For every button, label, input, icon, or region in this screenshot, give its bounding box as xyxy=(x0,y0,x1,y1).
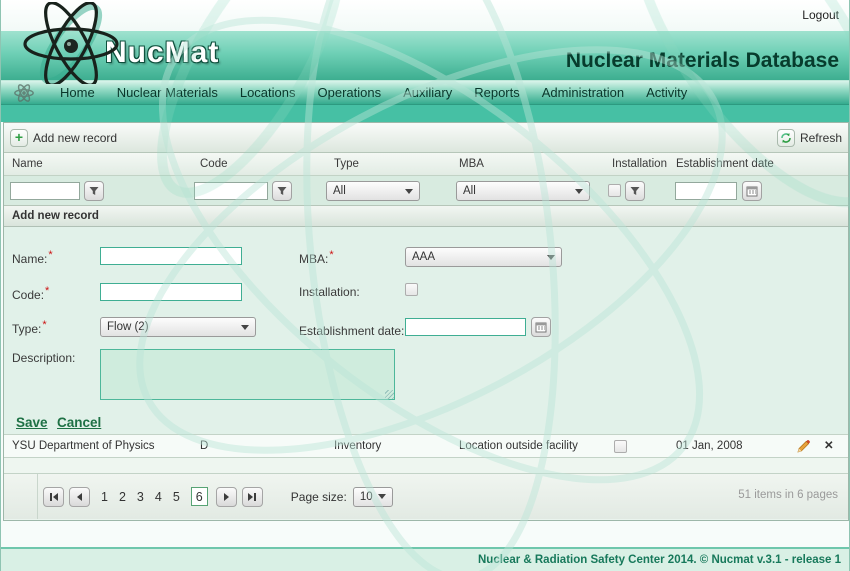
add-record-form: Name:* MBA:* AAA Code:* Installation: Ty… xyxy=(4,227,848,434)
first-page-button[interactable] xyxy=(43,487,64,507)
chevron-down-icon xyxy=(575,189,583,194)
type-select[interactable]: Flow (2) xyxy=(100,317,256,337)
filter-name-funnel-button[interactable] xyxy=(84,181,104,201)
code-field-label: Code:* xyxy=(12,285,49,302)
description-field-label: Description: xyxy=(12,351,75,365)
name-field-label: Name:* xyxy=(12,249,53,266)
nav-item-reports[interactable]: Reports xyxy=(463,85,531,100)
filter-name-input[interactable] xyxy=(10,182,80,200)
row-cell-code: D xyxy=(200,440,208,452)
last-page-button[interactable] xyxy=(242,487,263,507)
grid-empty-strip xyxy=(4,458,848,474)
add-record-section-header: Add new record xyxy=(4,206,848,227)
row-cell-type: Inventory xyxy=(334,440,381,452)
chevron-down-icon xyxy=(378,494,386,499)
atom-icon xyxy=(13,82,35,104)
nav-item-home[interactable]: Home xyxy=(49,85,106,100)
page-number-4[interactable]: 4 xyxy=(155,490,162,504)
nav-accent-strip xyxy=(1,104,849,122)
column-header-mba[interactable]: MBA xyxy=(459,158,484,170)
page-number-5[interactable]: 5 xyxy=(173,490,180,504)
page-title: Nuclear Materials Database xyxy=(566,49,839,73)
column-header-type[interactable]: Type xyxy=(334,158,359,170)
installation-checkbox[interactable] xyxy=(405,283,418,296)
page-size-select[interactable]: 10 xyxy=(353,487,393,507)
add-new-record-button[interactable]: + Add new record xyxy=(10,129,117,147)
refresh-icon xyxy=(777,129,795,147)
filter-installation-checkbox[interactable] xyxy=(608,184,621,197)
footer-text: Nuclear & Radiation Safety Center 2014. … xyxy=(478,554,841,566)
row-cell-mba: Location outside facility xyxy=(459,440,578,452)
mba-select[interactable]: AAA xyxy=(405,247,562,267)
row-cell-establishment-date: 01 Jan, 2008 xyxy=(676,440,743,452)
page-size-value: 10 xyxy=(360,491,373,503)
page-number-1[interactable]: 1 xyxy=(101,490,108,504)
mba-field-label: MBA:* xyxy=(299,249,334,266)
filter-type-select[interactable]: All xyxy=(326,181,420,201)
nav-item-operations[interactable]: Operations xyxy=(307,85,393,100)
pager-spacer xyxy=(4,474,38,519)
column-header-name[interactable]: Name xyxy=(12,158,43,170)
type-select-value: Flow (2) xyxy=(107,321,149,333)
page-size-label: Page size: xyxy=(291,490,347,504)
filter-installation-funnel-button[interactable] xyxy=(625,181,645,201)
refresh-label: Refresh xyxy=(800,131,842,145)
establishment-date-calendar-button[interactable] xyxy=(531,317,551,337)
table-row[interactable]: YSU Department of Physics D Inventory Lo… xyxy=(4,434,848,458)
filter-code-input[interactable] xyxy=(194,182,268,200)
row-installation-checkbox xyxy=(614,440,627,453)
footer-bar: Nuclear & Radiation Safety Center 2014. … xyxy=(1,547,849,571)
filter-establishment-date-input[interactable] xyxy=(675,182,737,200)
app-window: Logout NucMat Nuclear Materials Database… xyxy=(0,0,850,571)
current-page-indicator[interactable]: 6 xyxy=(191,487,208,506)
mba-select-value: AAA xyxy=(412,251,435,263)
chevron-down-icon xyxy=(241,325,249,330)
filter-mba-value: All xyxy=(463,185,476,197)
nav-item-nuclear-materials[interactable]: Nuclear Materials xyxy=(106,85,229,100)
code-field[interactable] xyxy=(100,283,242,301)
row-cell-name: YSU Department of Physics xyxy=(12,440,155,452)
type-field-label: Type:* xyxy=(12,319,47,336)
page-number-2[interactable]: 2 xyxy=(119,490,126,504)
cancel-button[interactable]: Cancel xyxy=(57,415,101,430)
establishment-date-field[interactable] xyxy=(405,318,526,336)
page-number-3[interactable]: 3 xyxy=(137,490,144,504)
grid-toolbar: + Add new record Refresh xyxy=(4,123,848,153)
grid-filter-row: All All xyxy=(4,176,848,206)
add-new-record-label: Add new record xyxy=(33,131,117,145)
previous-page-button[interactable] xyxy=(69,487,90,507)
nav-item-locations[interactable]: Locations xyxy=(229,85,307,100)
grid-pager: 1 2 3 4 5 6 Page size: 10 51 items in 6 … xyxy=(4,474,848,519)
chevron-down-icon xyxy=(405,189,413,194)
next-page-button[interactable] xyxy=(216,487,237,507)
delete-x-icon[interactable]: ✕ xyxy=(824,438,834,452)
column-header-installation[interactable]: Installation xyxy=(612,158,667,170)
establishment-date-field-label: Establishment date:* xyxy=(299,321,410,338)
filter-mba-select[interactable]: All xyxy=(456,181,590,201)
column-header-establishment-date[interactable]: Establishment date xyxy=(676,158,774,170)
nav-item-auxiliary[interactable]: Auxiliary xyxy=(392,85,463,100)
installation-field-label: Installation: xyxy=(299,285,360,299)
chevron-down-icon xyxy=(547,255,555,260)
nav-item-administration[interactable]: Administration xyxy=(531,85,635,100)
description-field[interactable] xyxy=(100,349,395,400)
nav-item-activity[interactable]: Activity xyxy=(635,85,698,100)
name-field[interactable] xyxy=(100,247,242,265)
filter-code-funnel-button[interactable] xyxy=(272,181,292,201)
edit-pencil-icon[interactable] xyxy=(795,439,811,455)
logout-link[interactable]: Logout xyxy=(802,8,839,22)
refresh-button[interactable]: Refresh xyxy=(777,129,842,147)
grid-column-headers: Name Code Type MBA Installation Establis… xyxy=(4,153,848,176)
records-grid-panel: + Add new record Refresh Name Code Ty xyxy=(3,122,849,521)
atom-logo-icon xyxy=(19,2,129,84)
filter-type-value: All xyxy=(333,185,346,197)
column-header-code[interactable]: Code xyxy=(200,158,228,170)
save-button[interactable]: Save xyxy=(16,415,48,430)
plus-icon: + xyxy=(10,129,28,147)
filter-calendar-button[interactable] xyxy=(742,181,762,201)
items-count-info: 51 items in 6 pages xyxy=(738,489,838,501)
